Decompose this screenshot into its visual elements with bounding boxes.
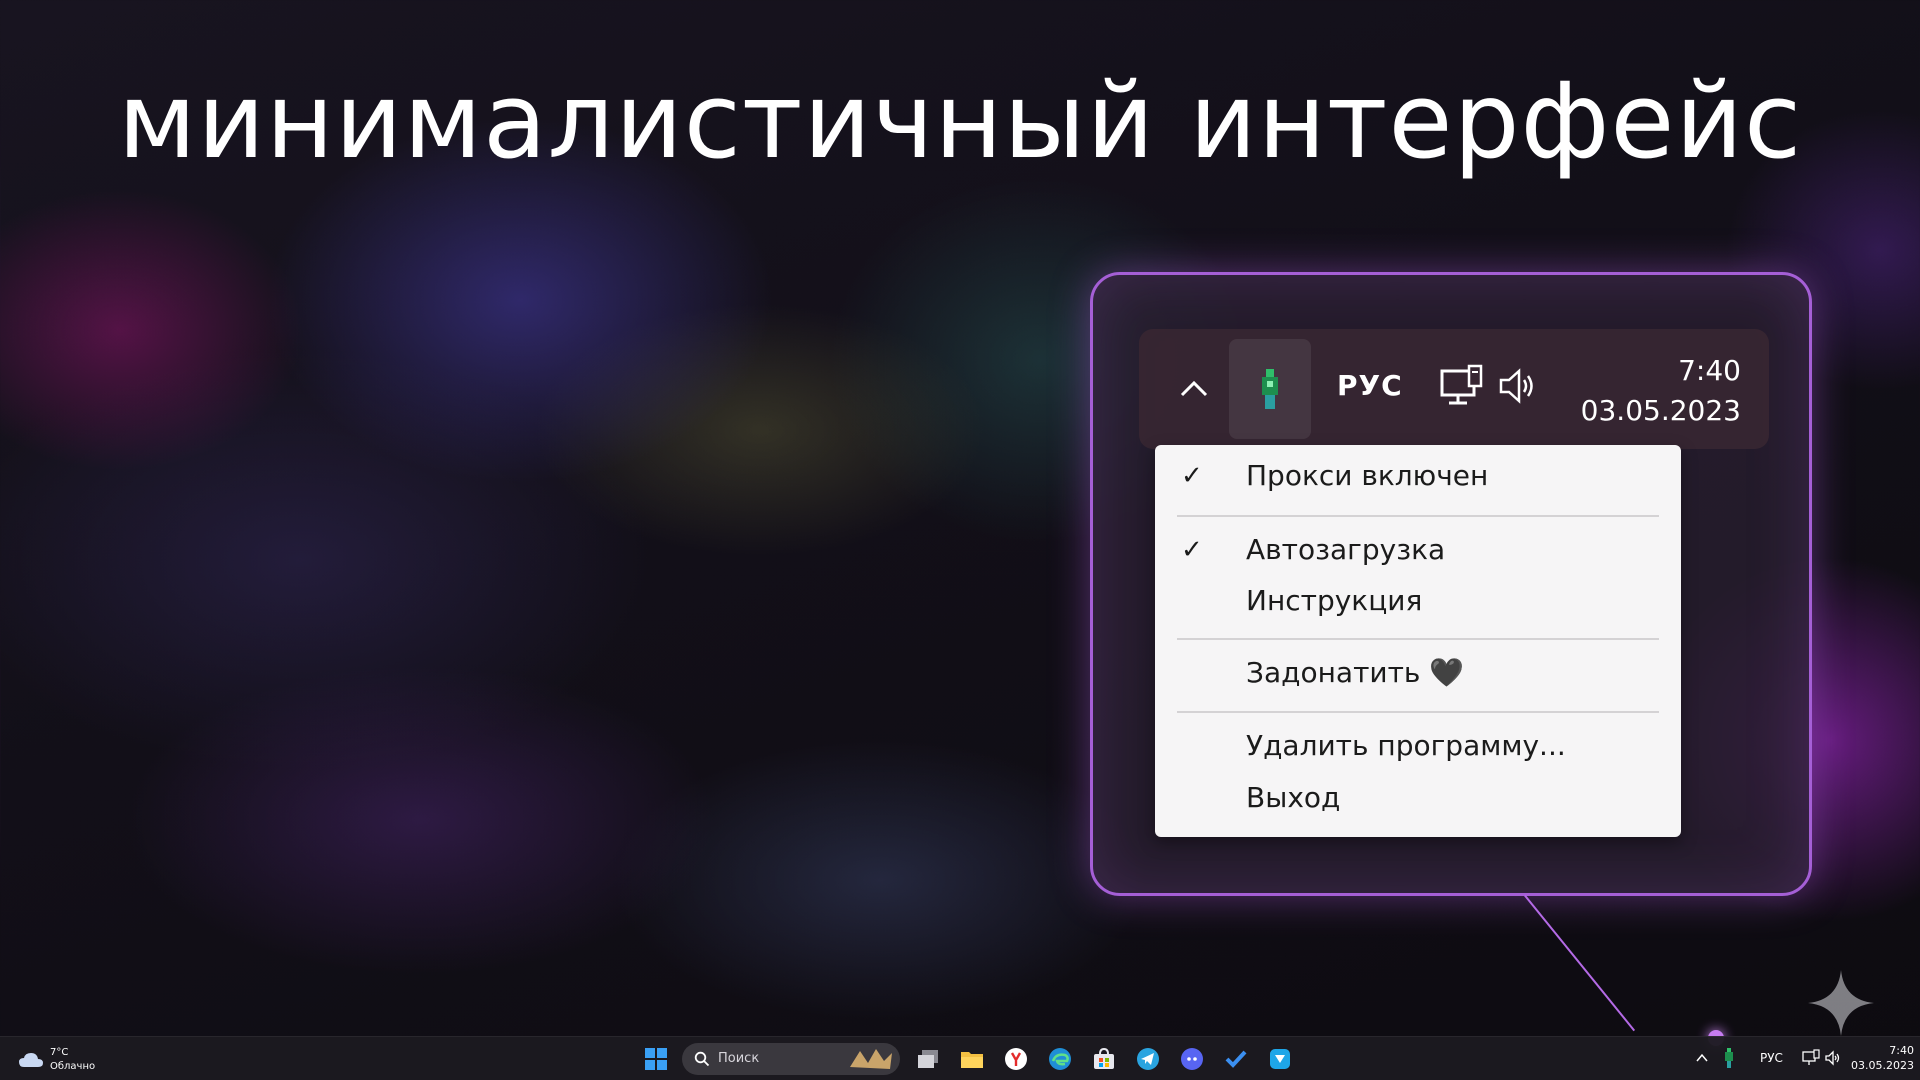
language-indicator[interactable]: РУС bbox=[1337, 369, 1403, 402]
speaker-icon[interactable] bbox=[1497, 365, 1541, 407]
proxy-app-icon[interactable] bbox=[1724, 1048, 1734, 1068]
menu-separator bbox=[1177, 711, 1659, 713]
proxy-app-icon[interactable] bbox=[1229, 339, 1311, 439]
windows-start-icon[interactable] bbox=[640, 1043, 672, 1075]
menu-separator bbox=[1177, 638, 1659, 640]
menu-item-donate[interactable]: Задонатить 🖤 bbox=[1155, 648, 1681, 698]
menu-item-label: Прокси включен bbox=[1246, 459, 1489, 492]
network-monitor-icon[interactable] bbox=[1802, 1049, 1820, 1067]
tray-zoom-callout: РУС 7:40 03.05.2023 ✓ Прокси включен ✓ А… bbox=[1090, 272, 1812, 896]
weather-temp: 7°C bbox=[50, 1047, 69, 1058]
tray-time: 7:40 bbox=[1678, 354, 1741, 387]
check-icon: ✓ bbox=[1181, 461, 1203, 491]
language-indicator[interactable]: РУС bbox=[1760, 1051, 1783, 1065]
discord-icon[interactable] bbox=[1176, 1043, 1208, 1075]
menu-item-label: Автозагрузка bbox=[1246, 533, 1446, 566]
taskbar-clock[interactable]: 7:40 03.05.2023 bbox=[1851, 1043, 1914, 1073]
menu-item-label: Задонатить 🖤 bbox=[1246, 656, 1465, 689]
taskbar-date: 03.05.2023 bbox=[1851, 1059, 1914, 1072]
menu-item-label: Выход bbox=[1246, 781, 1341, 814]
menu-item-label: Удалить программу... bbox=[1246, 729, 1566, 762]
task-view-icon[interactable] bbox=[912, 1043, 944, 1075]
app-icon[interactable] bbox=[1264, 1043, 1296, 1075]
menu-separator bbox=[1177, 515, 1659, 517]
taskbar: 7°C Облачно Поиск РУС 7:40 03.05.2023 bbox=[0, 1036, 1920, 1080]
tray-context-menu: ✓ Прокси включен ✓ Автозагрузка Инструкц… bbox=[1155, 445, 1681, 837]
search-placeholder: Поиск bbox=[718, 1051, 760, 1066]
todo-icon[interactable] bbox=[1220, 1043, 1252, 1075]
search-highlight-icon bbox=[850, 1049, 892, 1069]
taskbar-search[interactable]: Поиск bbox=[682, 1043, 900, 1075]
tray-clock[interactable]: 7:40 03.05.2023 bbox=[1581, 351, 1741, 431]
sparkle-icon bbox=[1808, 970, 1874, 1036]
cloud-icon bbox=[19, 1053, 43, 1067]
speaker-icon[interactable] bbox=[1824, 1049, 1842, 1067]
taskbar-time: 7:40 bbox=[1889, 1044, 1914, 1057]
file-explorer-icon[interactable] bbox=[956, 1043, 988, 1075]
menu-item-instructions[interactable]: Инструкция bbox=[1155, 576, 1681, 626]
check-icon: ✓ bbox=[1181, 535, 1203, 565]
network-monitor-icon[interactable] bbox=[1439, 363, 1485, 409]
menu-item-proxy-enabled[interactable]: ✓ Прокси включен bbox=[1155, 451, 1681, 501]
menu-item-uninstall[interactable]: Удалить программу... bbox=[1155, 721, 1681, 771]
edge-icon[interactable] bbox=[1044, 1043, 1076, 1075]
tray-date: 03.05.2023 bbox=[1580, 394, 1741, 427]
chevron-up-icon[interactable] bbox=[1171, 365, 1217, 411]
microsoft-store-icon[interactable] bbox=[1088, 1043, 1120, 1075]
tray-zoom-bar: РУС 7:40 03.05.2023 bbox=[1139, 329, 1769, 449]
menu-item-autostart[interactable]: ✓ Автозагрузка bbox=[1155, 525, 1681, 575]
headline-title: минималистичный интерфейс bbox=[117, 60, 1803, 182]
menu-item-label: Инструкция bbox=[1246, 584, 1423, 617]
chevron-up-icon[interactable] bbox=[1696, 1053, 1708, 1063]
menu-item-exit[interactable]: Выход bbox=[1155, 773, 1681, 823]
callout-pointer-line bbox=[1524, 894, 1636, 1032]
yandex-browser-icon[interactable] bbox=[1000, 1043, 1032, 1075]
telegram-icon[interactable] bbox=[1132, 1043, 1164, 1075]
search-icon bbox=[694, 1051, 710, 1067]
weather-widget[interactable]: 7°C Облачно bbox=[16, 1045, 126, 1075]
weather-desc: Облачно bbox=[50, 1061, 96, 1072]
system-tray: РУС 7:40 03.05.2023 bbox=[1690, 1037, 1920, 1080]
